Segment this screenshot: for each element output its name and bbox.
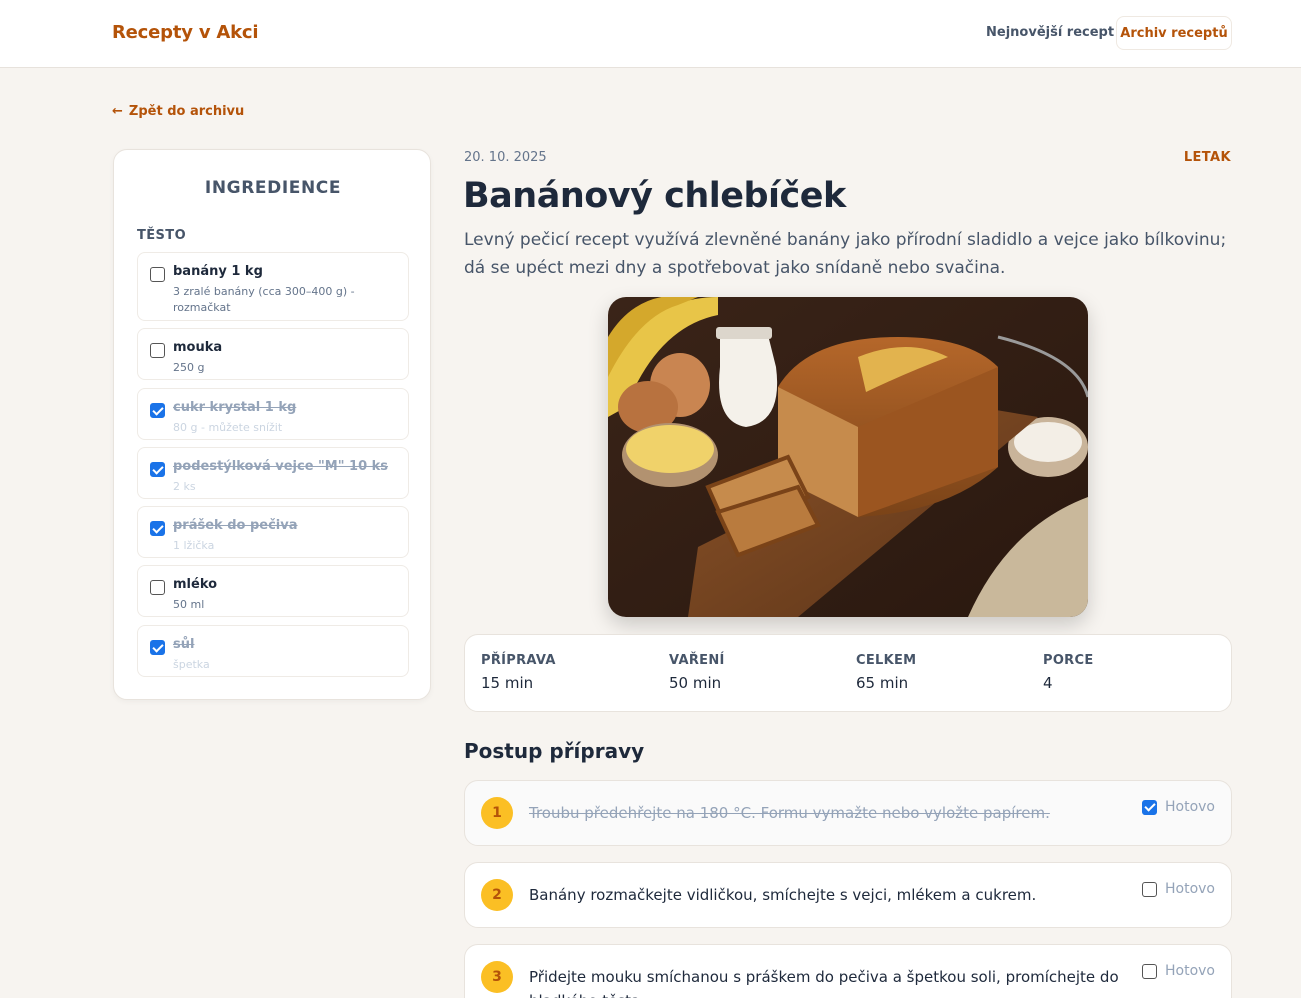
ingredient-note: 1 lžička	[173, 539, 215, 552]
step-done-toggle[interactable]: Hotovo	[1142, 881, 1215, 897]
stat-value: 50 min	[669, 674, 722, 692]
ingredient-checkbox[interactable]	[150, 403, 165, 418]
top-navbar: Recepty v Akci Nejnovější recept Archiv …	[0, 0, 1301, 68]
stat-label: VAŘENÍ	[669, 653, 725, 668]
ingredient-checkbox[interactable]	[150, 640, 165, 655]
step-done-label: Hotovo	[1165, 963, 1215, 979]
step-card: 1 Troubu předehřejte na 180 °C. Formu vy…	[464, 780, 1232, 846]
recipe-description: Levný pečicí recept využívá zlevněné ban…	[464, 230, 1227, 278]
step-text: Banány rozmačkejte vidličkou, smíchejte …	[529, 886, 1037, 904]
ingredient-note: špetka	[173, 658, 210, 671]
step-done-label: Hotovo	[1165, 881, 1215, 897]
ingredient-name: mouka	[173, 340, 223, 355]
step-done-toggle[interactable]: Hotovo	[1142, 963, 1215, 979]
step-text: Přidejte mouku smíchanou s práškem do pe…	[529, 968, 1119, 998]
arrow-left-icon: ←	[112, 104, 123, 119]
ingredient-name: podestýlková vejce "M" 10 ks	[173, 459, 389, 474]
ingredient-note: 250 g	[173, 361, 205, 374]
ingredients-panel: INGREDIENCE TĚSTO banány 1 kg 3 zralé ba…	[113, 149, 431, 700]
ingredient-checkbox[interactable]	[150, 343, 165, 358]
stat-label: CELKEM	[856, 653, 917, 668]
step-done-checkbox[interactable]	[1142, 963, 1157, 979]
step-card: 2 Banány rozmačkejte vidličkou, smíchejt…	[464, 862, 1232, 928]
stat-prep: PŘÍPRAVA 15 min	[481, 653, 556, 692]
ingredient-note: 80 g - můžete snížit	[173, 421, 283, 434]
step-number: 2	[481, 879, 513, 911]
ingredient-name: prášek do pečiva	[173, 518, 298, 533]
step-done-checkbox[interactable]	[1142, 799, 1157, 815]
ingredient-name: mléko	[173, 577, 218, 592]
recipe-source-tag: LETAK	[1183, 150, 1231, 165]
recipe-photo	[608, 297, 1088, 617]
back-link-label: Zpět do archivu	[128, 104, 245, 119]
stat-cook: VAŘENÍ 50 min	[669, 653, 725, 692]
stat-label: PORCE	[1043, 653, 1094, 668]
ingredient-note: 3 zralé banány (cca 300–400 g) - rozmačk…	[173, 285, 355, 314]
stat-value: 65 min	[856, 674, 909, 692]
stat-value: 15 min	[481, 674, 534, 692]
ingredient-name: cukr krystal 1 kg	[173, 400, 297, 415]
steps-heading: Postup přípravy	[464, 739, 645, 763]
stat-servings: PORCE 4	[1043, 653, 1094, 692]
step-number: 1	[481, 797, 513, 829]
recipe-title: Banánový chlebíček	[463, 176, 846, 216]
nav-latest-recipe-link[interactable]: Nejnovější recept	[986, 25, 1114, 40]
ingredient-item[interactable]: banány 1 kg 3 zralé banány (cca 300–400 …	[137, 252, 409, 321]
back-to-archive-link[interactable]: ← Zpět do archivu	[112, 104, 244, 119]
ingredient-item[interactable]: sůl špetka	[137, 625, 409, 677]
ingredient-name: sůl	[173, 637, 195, 652]
stat-label: PŘÍPRAVA	[481, 653, 556, 668]
ingredient-checkbox[interactable]	[150, 462, 165, 477]
ingredient-note: 50 ml	[173, 598, 205, 611]
ingredient-checkbox[interactable]	[150, 267, 165, 282]
ingredient-name: banány 1 kg	[173, 264, 263, 279]
ingredients-title: INGREDIENCE	[204, 178, 342, 198]
ingredient-item[interactable]: mouka 250 g	[137, 328, 409, 380]
step-done-checkbox[interactable]	[1142, 881, 1157, 897]
recipe-stats-card: PŘÍPRAVA 15 min VAŘENÍ 50 min CELKEM 65 …	[464, 634, 1232, 712]
ingredient-item[interactable]: mléko 50 ml	[137, 565, 409, 617]
recipe-date: 20. 10. 2025	[464, 150, 547, 165]
step-text: Troubu předehřejte na 180 °C. Formu vyma…	[529, 804, 1050, 822]
brand-logo-link[interactable]: Recepty v Akci	[112, 22, 259, 43]
ingredient-item[interactable]: cukr krystal 1 kg 80 g - můžete snížit	[137, 388, 409, 440]
ingredient-section-title: TĚSTO	[137, 228, 187, 243]
stat-value: 4	[1043, 674, 1053, 692]
step-done-label: Hotovo	[1165, 799, 1215, 815]
ingredient-note: 2 ks	[173, 480, 196, 493]
ingredient-item[interactable]: podestýlková vejce "M" 10 ks 2 ks	[137, 447, 409, 499]
ingredient-checkbox[interactable]	[150, 521, 165, 536]
step-number: 3	[481, 961, 513, 993]
step-done-toggle[interactable]: Hotovo	[1142, 799, 1215, 815]
nav-archive-button[interactable]: Archiv receptů	[1116, 16, 1232, 50]
ingredient-item[interactable]: prášek do pečiva 1 lžička	[137, 506, 409, 558]
ingredient-checkbox[interactable]	[150, 580, 165, 595]
step-card: 3 Přidejte mouku smíchanou s práškem do …	[464, 944, 1232, 998]
stat-total: CELKEM 65 min	[856, 653, 916, 692]
